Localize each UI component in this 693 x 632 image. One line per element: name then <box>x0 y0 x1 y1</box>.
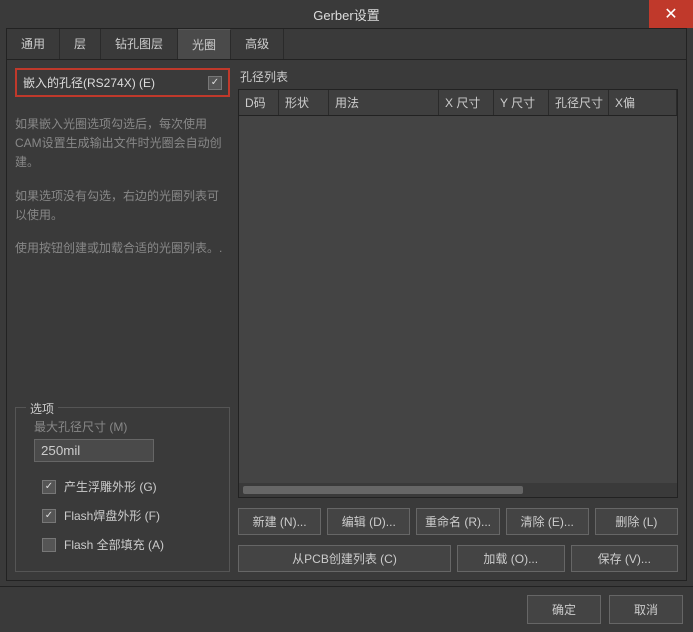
help-text-2: 如果选项没有勾选，右边的光圈列表可以使用。 <box>15 187 230 225</box>
check-icon: ✓ <box>45 510 53 521</box>
col-ysize[interactable]: Y 尺寸 <box>494 90 549 115</box>
right-panel: 孔径列表 D码 形状 用法 X 尺寸 Y 尺寸 孔径尺寸 X偏 新建 (N)..… <box>238 68 678 572</box>
options-title: 选项 <box>26 400 58 417</box>
col-usage[interactable]: 用法 <box>329 90 439 115</box>
delete-button[interactable]: 删除 (L) <box>595 508 678 535</box>
flash-fill-label: Flash 全部填充 (A) <box>64 536 164 553</box>
col-holesize[interactable]: 孔径尺寸 <box>549 90 609 115</box>
max-aperture-input[interactable] <box>34 439 154 462</box>
flash-pad-checkbox[interactable]: ✓ <box>42 509 56 523</box>
embed-aperture-checkbox[interactable]: ✓ <box>208 76 222 90</box>
close-icon: ✕ <box>664 4 677 24</box>
button-row-1: 新建 (N)... 编辑 (D)... 重命名 (R)... 清除 (E)...… <box>238 508 678 535</box>
aperture-list-title: 孔径列表 <box>238 68 678 85</box>
tab-bar: 通用 层 钻孔图层 光圈 高级 <box>7 29 686 60</box>
relief-checkbox[interactable]: ✓ <box>42 480 56 494</box>
max-aperture-label: 最大孔径尺寸 (M) <box>24 418 221 435</box>
col-xsize[interactable]: X 尺寸 <box>439 90 494 115</box>
check-icon: ✓ <box>211 77 219 88</box>
scrollbar-thumb[interactable] <box>243 486 523 494</box>
tab-drill[interactable]: 钻孔图层 <box>101 29 178 59</box>
help-text-3: 使用按钮创建或加载合适的光圈列表。. <box>15 239 230 258</box>
help-text-1: 如果嵌入光圈选项勾选后，每次使用CAM设置生成输出文件时光圈会自动创建。 <box>15 115 230 173</box>
button-row-2: 从PCB创建列表 (C) 加载 (O)... 保存 (V)... <box>238 545 678 572</box>
new-button[interactable]: 新建 (N)... <box>238 508 321 535</box>
dialog-footer: 确定 取消 <box>0 586 693 632</box>
relief-option[interactable]: ✓ 产生浮雕外形 (G) <box>24 472 221 501</box>
embed-aperture-label: 嵌入的孔径(RS274X) (E) <box>23 74 208 91</box>
from-pcb-button[interactable]: 从PCB创建列表 (C) <box>238 545 451 572</box>
col-shape[interactable]: 形状 <box>279 90 329 115</box>
content-area: 嵌入的孔径(RS274X) (E) ✓ 如果嵌入光圈选项勾选后，每次使用CAM设… <box>7 60 686 580</box>
left-panel: 嵌入的孔径(RS274X) (E) ✓ 如果嵌入光圈选项勾选后，每次使用CAM设… <box>15 68 230 572</box>
flash-pad-label: Flash焊盘外形 (F) <box>64 507 160 524</box>
col-dcode[interactable]: D码 <box>239 90 279 115</box>
rename-button[interactable]: 重命名 (R)... <box>416 508 499 535</box>
titlebar: Gerber设置 ✕ <box>0 0 693 28</box>
embed-aperture-row: 嵌入的孔径(RS274X) (E) ✓ <box>15 68 230 97</box>
tab-aperture[interactable]: 光圈 <box>178 29 231 59</box>
save-button[interactable]: 保存 (V)... <box>571 545 679 572</box>
window-title: Gerber设置 <box>313 5 379 24</box>
table-body[interactable] <box>239 116 677 483</box>
edit-button[interactable]: 编辑 (D)... <box>327 508 410 535</box>
col-xoff[interactable]: X偏 <box>609 90 677 115</box>
clear-button[interactable]: 清除 (E)... <box>506 508 589 535</box>
dialog-body: 通用 层 钻孔图层 光圈 高级 嵌入的孔径(RS274X) (E) ✓ 如果嵌入… <box>6 28 687 581</box>
flash-pad-option[interactable]: ✓ Flash焊盘外形 (F) <box>24 501 221 530</box>
options-group: 选项 最大孔径尺寸 (M) ✓ 产生浮雕外形 (G) ✓ Flash焊盘外形 (… <box>15 407 230 572</box>
tab-general[interactable]: 通用 <box>7 29 60 59</box>
cancel-button[interactable]: 取消 <box>609 595 683 624</box>
relief-label: 产生浮雕外形 (G) <box>64 478 157 495</box>
table-header: D码 形状 用法 X 尺寸 Y 尺寸 孔径尺寸 X偏 <box>239 90 677 116</box>
ok-button[interactable]: 确定 <box>527 595 601 624</box>
check-icon: ✓ <box>45 481 53 492</box>
tab-layers[interactable]: 层 <box>60 29 101 59</box>
horizontal-scrollbar[interactable] <box>239 483 677 497</box>
aperture-table: D码 形状 用法 X 尺寸 Y 尺寸 孔径尺寸 X偏 <box>238 89 678 498</box>
close-button[interactable]: ✕ <box>649 0 693 28</box>
tab-advanced[interactable]: 高级 <box>231 29 284 59</box>
flash-fill-option[interactable]: Flash 全部填充 (A) <box>24 530 221 559</box>
flash-fill-checkbox[interactable] <box>42 538 56 552</box>
load-button[interactable]: 加载 (O)... <box>457 545 565 572</box>
